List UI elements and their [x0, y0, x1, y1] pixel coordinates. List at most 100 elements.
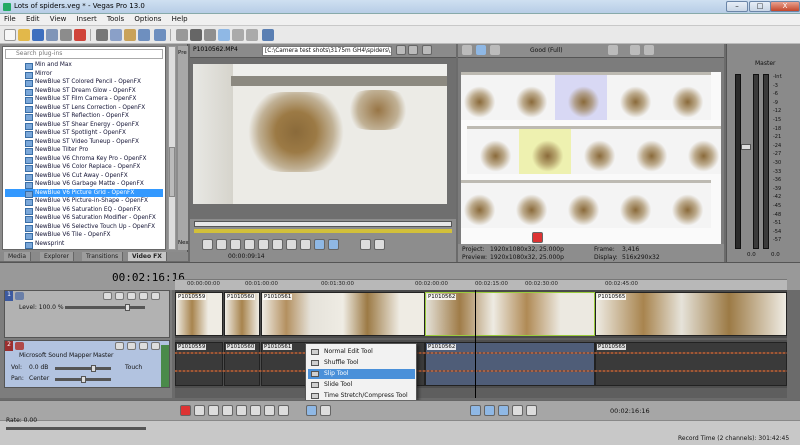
- pause-icon[interactable]: [236, 405, 247, 416]
- envelope-edit-icon[interactable]: [320, 405, 331, 416]
- trimmer-add-after-icon[interactable]: [374, 239, 385, 250]
- video-event[interactable]: P1010562: [425, 292, 595, 336]
- menu-options[interactable]: Options: [130, 14, 165, 24]
- ripple-edit-icon[interactable]: [470, 405, 481, 416]
- fx-list-item[interactable]: Pinch/Punch: [5, 248, 163, 249]
- trimmer-add-before-icon[interactable]: [360, 239, 371, 250]
- tab-transitions[interactable]: Transitions: [82, 252, 124, 261]
- copy-snapshot-icon[interactable]: [630, 45, 640, 55]
- paste-icon[interactable]: [124, 29, 136, 41]
- audio-track-lane[interactable]: P1010559 P1010560 P1010561 P1010562 P101…: [175, 340, 787, 388]
- audio-event[interactable]: P1010565: [595, 342, 787, 386]
- envelope-tool-icon[interactable]: [218, 29, 230, 41]
- close-button[interactable]: X: [770, 1, 800, 12]
- video-level-slider[interactable]: [65, 306, 145, 309]
- fx-list-item[interactable]: NewBlue V6 Saturation EQ - OpenFX: [5, 206, 163, 214]
- preview-properties-icon[interactable]: [462, 45, 472, 55]
- trimmer-start-icon[interactable]: [216, 239, 227, 250]
- menu-tools[interactable]: Tools: [103, 14, 128, 24]
- fx-list-item[interactable]: NewBlue ST Lens Correction - OpenFX: [5, 104, 163, 112]
- tab-explorer[interactable]: Explorer: [40, 252, 74, 261]
- save-as-icon[interactable]: [46, 29, 58, 41]
- audio-solo-icon[interactable]: [151, 342, 160, 350]
- fx-list-item[interactable]: NewBlue V6 Selective Touch Up - OpenFX: [5, 223, 163, 231]
- preview-record-icon[interactable]: [532, 232, 543, 243]
- fx-list-item[interactable]: NewBlue V6 Picture Grid - OpenFX: [5, 188, 163, 197]
- trimmer-play-from-start-icon[interactable]: [244, 239, 255, 250]
- trimmer-next-frame-icon[interactable]: [300, 239, 311, 250]
- menu-edit[interactable]: Edit: [22, 14, 44, 24]
- save-snapshot-icon[interactable]: [644, 45, 654, 55]
- audio-mute-icon[interactable]: [139, 342, 148, 350]
- fx-list-item[interactable]: NewBlue ST Spotlight - OpenFX: [5, 129, 163, 138]
- trim-icon[interactable]: [176, 29, 188, 41]
- volume-slider[interactable]: [55, 367, 111, 370]
- edit-tool-dropdown-icon[interactable]: [306, 405, 317, 416]
- automation-mode[interactable]: Touch: [125, 364, 142, 371]
- rate-slider[interactable]: [6, 427, 146, 430]
- trimmer-folder-icon[interactable]: [396, 45, 406, 55]
- fx-list-item[interactable]: Mirror: [5, 70, 163, 78]
- context-menu-item[interactable]: Shuffle Tool: [308, 358, 415, 368]
- video-track-header[interactable]: 1 Level: 100.0 %: [4, 290, 170, 338]
- trimmer-prev-frame-icon[interactable]: [286, 239, 297, 250]
- video-event[interactable]: P1010560: [224, 292, 260, 336]
- video-track-lane[interactable]: P1010559 P1010560 P1010561 P1010562 P101…: [175, 290, 787, 338]
- trimmer-path-select[interactable]: [C:\Camera test shots\3175m GH4\spiders\…: [262, 46, 392, 56]
- play-from-start-icon[interactable]: [208, 405, 219, 416]
- play-icon[interactable]: [222, 405, 233, 416]
- menu-view[interactable]: View: [46, 14, 71, 24]
- properties-icon[interactable]: [60, 29, 72, 41]
- help-icon[interactable]: [262, 29, 274, 41]
- trimmer-loop-icon[interactable]: [202, 239, 213, 250]
- menu-insert[interactable]: Insert: [73, 14, 101, 24]
- new-file-icon[interactable]: [4, 29, 16, 41]
- record-icon[interactable]: [180, 405, 191, 416]
- auto-crossfade-icon[interactable]: [484, 405, 495, 416]
- render-icon[interactable]: [74, 29, 86, 41]
- fx-list-item[interactable]: NewBlue V6 Cut Away - OpenFX: [5, 172, 163, 180]
- trimmer-mark-in-icon[interactable]: [314, 239, 325, 250]
- trimmer-mark-out-icon[interactable]: [328, 239, 339, 250]
- fx-scroll-thumb[interactable]: [169, 147, 175, 197]
- context-menu-item[interactable]: Normal Edit Tool: [308, 347, 415, 357]
- stop-icon[interactable]: [250, 405, 261, 416]
- video-mute-icon[interactable]: [139, 292, 148, 300]
- go-to-end-icon[interactable]: [278, 405, 289, 416]
- fx-list-item[interactable]: NewBlue V6 Garbage Matte - OpenFX: [5, 180, 163, 189]
- trimmer-settings-icon[interactable]: [422, 45, 432, 55]
- audio-event[interactable]: P1010559: [175, 342, 223, 386]
- context-menu-item[interactable]: Slide Tool: [308, 380, 415, 390]
- fx-list-item[interactable]: NewBlue ST Video Tuneup - OpenFX: [5, 138, 163, 146]
- edit-tool-icon[interactable]: [204, 29, 216, 41]
- menu-help[interactable]: Help: [168, 14, 192, 24]
- master-fader-left[interactable]: [735, 74, 741, 249]
- trimmer-play-icon[interactable]: [230, 239, 241, 250]
- zoom-tool-icon[interactable]: [246, 29, 258, 41]
- go-to-start-icon[interactable]: [264, 405, 275, 416]
- master-fader-knob[interactable]: [741, 144, 751, 150]
- save-icon[interactable]: [32, 29, 44, 41]
- open-folder-icon[interactable]: [18, 29, 30, 41]
- cut-icon[interactable]: [96, 29, 108, 41]
- fx-list-item[interactable]: Newsprint: [5, 240, 163, 248]
- fx-scrollbar[interactable]: [168, 46, 176, 250]
- snap-icon[interactable]: [190, 29, 202, 41]
- preview-video-frame[interactable]: [461, 72, 721, 264]
- video-event[interactable]: P1010561: [261, 292, 425, 336]
- selection-tool-icon[interactable]: [232, 29, 244, 41]
- audio-event[interactable]: P1010562: [425, 342, 595, 386]
- playhead-cursor[interactable]: [475, 290, 476, 398]
- maximize-button[interactable]: □: [749, 1, 771, 12]
- fx-list-item[interactable]: NewBlue ST Colored Pencil - OpenFX: [5, 78, 163, 87]
- menu-file[interactable]: File: [0, 14, 20, 24]
- arm-record-icon[interactable]: [127, 342, 136, 350]
- fx-list-item[interactable]: Min and Max: [5, 61, 163, 70]
- motion-icon[interactable]: [103, 292, 112, 300]
- fx-list-item[interactable]: NewBlue V6 Chroma Key Pro - OpenFX: [5, 155, 163, 163]
- video-fx-icon[interactable]: [115, 292, 124, 300]
- preview-quality-select[interactable]: Good (Full): [530, 47, 563, 54]
- lock-envelopes-icon[interactable]: [512, 405, 523, 416]
- fx-list-item[interactable]: NewBlue ST Shear Energy - OpenFX: [5, 121, 163, 129]
- fx-list-item[interactable]: NewBlue V6 Saturation Modifier - OpenFX: [5, 214, 163, 223]
